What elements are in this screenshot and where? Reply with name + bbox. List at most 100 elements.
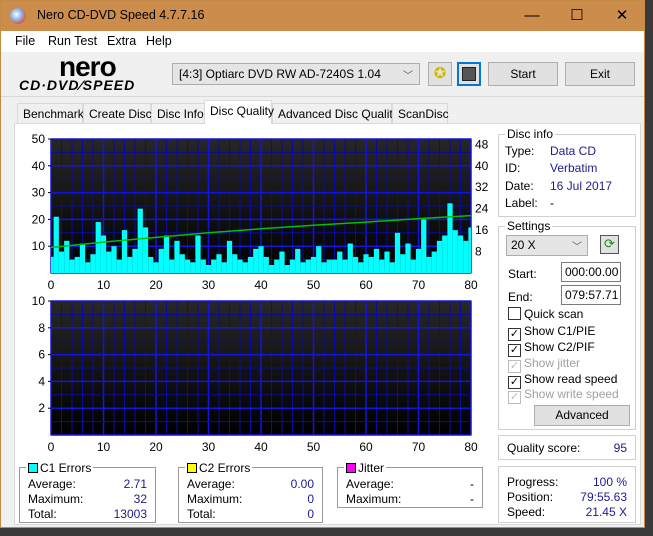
c1-error-bar — [415, 248, 422, 273]
id-label: ID: — [505, 161, 521, 175]
exit-button[interactable]: Exit — [565, 62, 635, 86]
quick-scan-checkbox[interactable]: Quick scan — [508, 307, 583, 321]
c1-maximum-label: Maximum: — [28, 492, 84, 506]
c2-total-label: Total: — [187, 507, 216, 521]
c1-error-bar — [373, 248, 380, 273]
refresh-icon: ⟳ — [604, 236, 615, 251]
drive-select-value: [4:3] Optiarc DVD RW AD-7240S 1.04 — [179, 67, 381, 81]
c1-error-bar — [468, 227, 471, 273]
c1-error-bar — [347, 243, 353, 273]
y-tick-label: 4 — [38, 374, 45, 388]
refresh-button[interactable]: ⟳ — [600, 235, 619, 254]
c1-error-bar — [184, 259, 191, 273]
show-c1-checkbox[interactable]: ✓ Show C1/PIE — [508, 324, 595, 341]
tab-disc-quality[interactable]: Disc Quality — [204, 100, 274, 124]
c1-error-bar — [295, 248, 301, 273]
c1-error-bar — [247, 256, 254, 273]
menu-help[interactable]: Help — [146, 34, 172, 48]
c2-color-swatch — [187, 463, 197, 473]
jitter-maximum-label: Maximum: — [346, 492, 402, 506]
c1-error-bar — [174, 240, 180, 273]
c1-error-bar — [221, 262, 227, 273]
progress-value: 100 % — [592, 475, 627, 489]
check-icon: ✓ — [508, 391, 521, 404]
c1-error-bar — [400, 254, 406, 273]
x-tick-label: 80 — [464, 440, 478, 454]
show-c1-label: Show C1/PIE — [524, 324, 596, 338]
settings-title: Settings — [505, 219, 553, 233]
menu-run-test[interactable]: Run Test — [48, 34, 97, 48]
save-button[interactable] — [457, 62, 481, 86]
y2-tick-label: 32 — [475, 180, 489, 194]
tab-benchmark[interactable]: Benchmark — [17, 103, 84, 124]
c1-title-text: C1 Errors — [40, 461, 92, 475]
y-tick-label: 10 — [32, 239, 46, 253]
disc-info-group: Disc info Type: Data CD ID: Verbatim Dat… — [498, 127, 636, 217]
c1-error-bar — [100, 235, 107, 273]
c1-error-bar — [421, 219, 427, 273]
show-c2-checkbox[interactable]: ✓ Show C2/PIF — [508, 340, 595, 357]
c1-error-bar — [326, 259, 332, 273]
c2-title-text: C2 Errors — [199, 461, 251, 475]
c1-error-bar — [342, 259, 348, 273]
c1-error-bar — [211, 259, 217, 273]
disc-swap-button[interactable]: ✪ — [428, 62, 452, 86]
show-jitter-checkbox: ✓ Show jitter — [508, 356, 580, 373]
speed-select[interactable]: 20 X ﹀ — [506, 235, 588, 256]
c1-error-bar — [106, 251, 112, 273]
c2-total-value: 0 — [307, 507, 314, 521]
label-label: Label: — [505, 196, 538, 210]
menu-file[interactable]: File — [15, 34, 35, 48]
start-button[interactable]: Start — [488, 62, 558, 86]
start-field[interactable]: 000:00.00 — [561, 262, 621, 282]
quality-score-label: Quality score: — [507, 441, 581, 455]
x-tick-label: 40 — [254, 278, 268, 292]
c1-error-bar — [394, 232, 401, 273]
c1-error-bar — [253, 248, 259, 273]
c1-error-bar — [363, 254, 369, 273]
jitter-group: Jitter Average: - Maximum: - — [337, 461, 483, 508]
app-window: Nero CD-DVD Speed 4.7.7.16 — ☐ ✕ File Ru… — [0, 0, 645, 528]
x-tick-label: 70 — [412, 440, 426, 454]
c1-error-bar — [279, 251, 285, 273]
tab-disc-info[interactable]: Disc Info — [151, 103, 205, 124]
c1-error-bar — [300, 262, 306, 273]
speed-value-readout: 21.45 X — [585, 505, 627, 519]
close-button[interactable]: ✕ — [599, 1, 645, 31]
maximize-button[interactable]: ☐ — [554, 1, 600, 31]
c1-error-bar — [127, 256, 133, 273]
c1-error-bar — [310, 256, 317, 273]
c2-maximum-value: 0 — [307, 492, 314, 506]
c1-error-bar — [116, 259, 122, 273]
jitter-average-value: - — [470, 477, 474, 491]
c1-maximum-value: 32 — [133, 492, 147, 506]
c2-chart: 0 10 20 30 40 50 60 70 80 2 4 6 8 10 — [32, 294, 478, 454]
end-label: End: — [508, 290, 533, 304]
window-title: Nero CD-DVD Speed 4.7.7.16 — [37, 8, 205, 22]
quick-scan-label: Quick scan — [524, 307, 584, 321]
end-field[interactable]: 079:57.71 — [561, 285, 621, 305]
c1-error-bar — [200, 259, 206, 273]
c1-error-bar — [53, 216, 59, 273]
tab-advanced-disc-quality[interactable]: Advanced Disc Quality — [272, 103, 399, 124]
tab-scandisc[interactable]: ScanDisc — [392, 103, 449, 124]
c1-chart: 0 10 20 30 40 50 60 70 80 10 20 30 40 50 8 16 24 32 40 48 — [32, 132, 489, 292]
app-icon — [10, 8, 26, 24]
speed-value: 20 X — [511, 238, 536, 252]
x-tick-label: 70 — [412, 278, 426, 292]
type-label: Type: — [505, 144, 535, 158]
c1-error-bar — [137, 208, 143, 273]
c1-error-bar — [195, 235, 201, 273]
menu-extra[interactable]: Extra — [107, 34, 136, 48]
drive-select[interactable]: [4:3] Optiarc DVD RW AD-7240S 1.04 ﹀ — [172, 63, 420, 85]
tab-create-disc[interactable]: Create Disc — [83, 103, 152, 124]
x-tick-label: 80 — [464, 278, 478, 292]
minimize-button[interactable]: — — [509, 1, 555, 31]
c1-error-bar — [384, 251, 390, 273]
y2-tick-label: 8 — [475, 245, 482, 259]
x-tick-label: 0 — [48, 278, 55, 292]
advanced-button[interactable]: Advanced — [534, 405, 630, 426]
settings-group: Settings 20 X ﹀ ⟳ Start: 000:00.00 End: … — [498, 219, 636, 430]
jitter-maximum-value: - — [470, 492, 474, 506]
nero-logo: nero CD·DVD⁄SPEED — [15, 51, 165, 95]
